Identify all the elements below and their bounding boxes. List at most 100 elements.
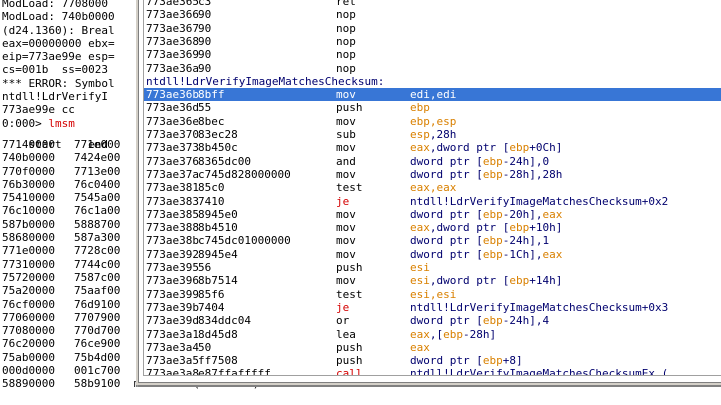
disasm-operands: dword ptr [ebp-28h],28h <box>410 167 563 181</box>
disasm-bytes: 8bff <box>198 88 225 102</box>
disasm-row[interactable]: 773ae3a4 50 push eax <box>144 341 721 354</box>
disasm-operands: ntdll!LdrVerifyImageMatchesChecksumEx ( <box>410 367 669 376</box>
disasm-row[interactable]: 773ae39d 834ddc04 or dword ptr [ebp-24h],4 <box>144 314 721 327</box>
disasm-row[interactable]: 773ae373 8b450c mov eax,dword ptr [ebp+0Ch] <box>144 141 721 154</box>
module-end: 7707900 <box>74 310 121 324</box>
disasm-bytes: 83ec28 <box>198 128 238 141</box>
module-end: 76c1a00 <box>74 204 121 218</box>
disasm-operands: ebp,esp <box>410 114 457 128</box>
disasm-row[interactable]: 773ae392 8945e4 mov dword ptr [ebp-1Ch],eax <box>144 248 721 261</box>
disasm-mnemonic: je <box>336 300 350 314</box>
module-end: 76ce900 <box>74 337 121 351</box>
disasm-bytes: 90 <box>198 8 212 22</box>
disasm-address: 773ae37a <box>146 167 199 181</box>
disasm-mnemonic: push <box>336 354 363 368</box>
module-end: 7713e00 <box>74 164 121 178</box>
disasm-bytes: 8365dc00 <box>198 154 251 168</box>
command-output-line: ntdll!LdrVerifyI <box>2 90 108 104</box>
disasm-row[interactable]: 773ae3a5 ff7508 push dword ptr [ebp+8] <box>144 354 721 367</box>
disasm-bytes: 8b7514 <box>198 274 238 288</box>
disasm-mnemonic: mov <box>336 234 356 248</box>
disasm-row[interactable]: 773ae366 90 nop <box>144 8 721 21</box>
module-start: 75720000 <box>2 270 55 284</box>
disasm-bytes: c745dc01000000 <box>198 234 291 248</box>
disasm-operands: dword ptr [ebp-24h],0 <box>410 154 550 168</box>
disasm-mnemonic: mov <box>336 141 356 155</box>
disasm-address: 773ae365 <box>146 0 199 8</box>
disasm-address: 773ae3a8 <box>146 367 199 376</box>
module-start: 75a20000 <box>2 284 55 298</box>
module-start: 77060000 <box>2 310 55 324</box>
disasm-function-label: ntdll!LdrVerifyImageMatchesChecksum: <box>146 74 385 88</box>
disasm-mnemonic: mov <box>336 274 356 288</box>
disasm-address: 773ae36b <box>146 88 199 102</box>
disasm-row[interactable]: 773ae368 90 nop <box>144 35 721 48</box>
disasm-row[interactable]: 773ae396 8b7514 mov esi,dword ptr [ebp+14h] <box>144 274 721 287</box>
disasm-row[interactable]: 773ae39b 7404 je ntdll!LdrVerifyImageMatche… <box>144 301 721 314</box>
disasm-address: 773ae383 <box>146 194 199 208</box>
disassembly-listing[interactable]: 773ae365 c3 ret 773ae366 90 nop 773ae367 90 nop 7… <box>143 0 721 376</box>
disasm-mnemonic: mov <box>336 114 356 128</box>
disasm-operands: eax,dword ptr [ebp+10h] <box>410 221 563 235</box>
disasm-row[interactable]: 773ae38b c745dc01000000 mov dword ptr [ebp-… <box>144 234 721 247</box>
disasm-row[interactable]: 773ae376 8365dc00 and dword ptr [ebp-24h],0 <box>144 155 721 168</box>
disasm-row[interactable]: 773ae37a c745d828000000 mov dword ptr [ebp-… <box>144 168 721 181</box>
disasm-mnemonic: sub <box>336 128 356 141</box>
module-start: 75410000 <box>2 191 55 205</box>
disasm-operands: dword ptr [ebp-24h],1 <box>410 234 550 248</box>
disasm-bytes: c3 <box>198 0 212 8</box>
disasm-address: 773ae36e <box>146 114 199 128</box>
disasm-bytes: 7404 <box>198 300 225 314</box>
disasm-row[interactable]: 773ae36d 55 push ebp <box>144 101 721 114</box>
command-output-line: *** ERROR: Symbol <box>2 76 115 90</box>
command-output-line: eax=00000000 ebx= <box>2 36 115 50</box>
module-end: 587a300 <box>74 231 121 245</box>
disasm-row[interactable]: 773ae36a 90 nop <box>144 62 721 75</box>
disasm-row[interactable]: 773ae365 c3 ret <box>144 0 721 8</box>
disasm-row[interactable]: 773ae399 85f6 test esi,esi <box>144 288 721 301</box>
disasm-mnemonic: nop <box>336 21 356 35</box>
disasm-address: 773ae3a1 <box>146 327 199 341</box>
disasm-row[interactable]: 773ae383 7410 je ntdll!LdrVerifyImageMatche… <box>144 195 721 208</box>
command-output-line: ModLoad: 740b0000 <box>2 10 115 24</box>
disasm-operands: eax <box>410 340 430 354</box>
disasm-row[interactable]: 773ae370 83ec28 sub esp,28h <box>144 128 721 141</box>
disasm-mnemonic: mov <box>336 221 356 235</box>
disasm-mnemonic: nop <box>336 48 356 62</box>
disasm-row-selected[interactable]: 773ae36b 8bff mov edi,edi <box>144 88 721 102</box>
disasm-mnemonic: mov <box>336 247 356 261</box>
disasm-address: 773ae368 <box>146 34 199 48</box>
disasm-row[interactable]: 773ae388 8b4510 mov eax,dword ptr [ebp+10h] <box>144 221 721 234</box>
disasm-address: 773ae3a5 <box>146 354 199 368</box>
disasm-row[interactable]: 773ae395 56 push esi <box>144 261 721 274</box>
disasm-row[interactable]: 773ae367 90 nop <box>144 22 721 35</box>
module-start: 740b0000 <box>2 151 55 165</box>
command-output: ModLoad: 7708000 ModLoad: 740b0000 (d24.13… <box>2 0 115 130</box>
disasm-address: 773ae370 <box>146 128 199 141</box>
disasm-address: 773ae395 <box>146 261 199 274</box>
disasm-bytes: c745d828000000 <box>198 167 291 181</box>
disasm-row[interactable]: 773ae3a8 e87ffafffff call ntdll!LdrVerifyIm… <box>144 367 721 376</box>
disasm-bytes: 8d45d8 <box>198 327 238 341</box>
disasm-row[interactable]: 773ae385 8945e0 mov dword ptr [ebp-20h],eax <box>144 208 721 221</box>
disasm-mnemonic: and <box>336 154 356 168</box>
disasm-address: 773ae3a4 <box>146 340 199 354</box>
command-output-line: ModLoad: 7708000 <box>2 0 108 10</box>
disasm-row[interactable]: 773ae369 90 nop <box>144 48 721 61</box>
disasm-row[interactable]: 773ae36e 8bec mov ebp,esp <box>144 115 721 128</box>
disasm-address: 773ae39d <box>146 314 199 328</box>
disasm-mnemonic: push <box>336 101 363 115</box>
module-start: 76c20000 <box>2 337 55 351</box>
disasm-row[interactable]: 773ae3a1 8d45d8 lea eax,[ebp-28h] <box>144 328 721 341</box>
disasm-operands: dword ptr [ebp-1Ch],eax <box>410 247 563 261</box>
disasm-address: 773ae36a <box>146 61 199 75</box>
disasm-bytes: 8945e4 <box>198 247 238 261</box>
disasm-row[interactable]: 773ae381 85c0 test eax,eax <box>144 181 721 194</box>
disasm-operands: eax,dword ptr [ebp+0Ch] <box>410 141 563 155</box>
module-start: 000d0000 <box>2 364 55 378</box>
disasm-bytes: 8945e0 <box>198 207 238 221</box>
disasm-mnemonic: push <box>336 340 363 354</box>
disasm-bytes: 7410 <box>198 194 225 208</box>
disassembly-popup[interactable]: 773ae365 c3 ret 773ae366 90 nop 773ae367 90 nop 7… <box>138 0 721 383</box>
disasm-mnemonic: ret <box>336 0 356 8</box>
